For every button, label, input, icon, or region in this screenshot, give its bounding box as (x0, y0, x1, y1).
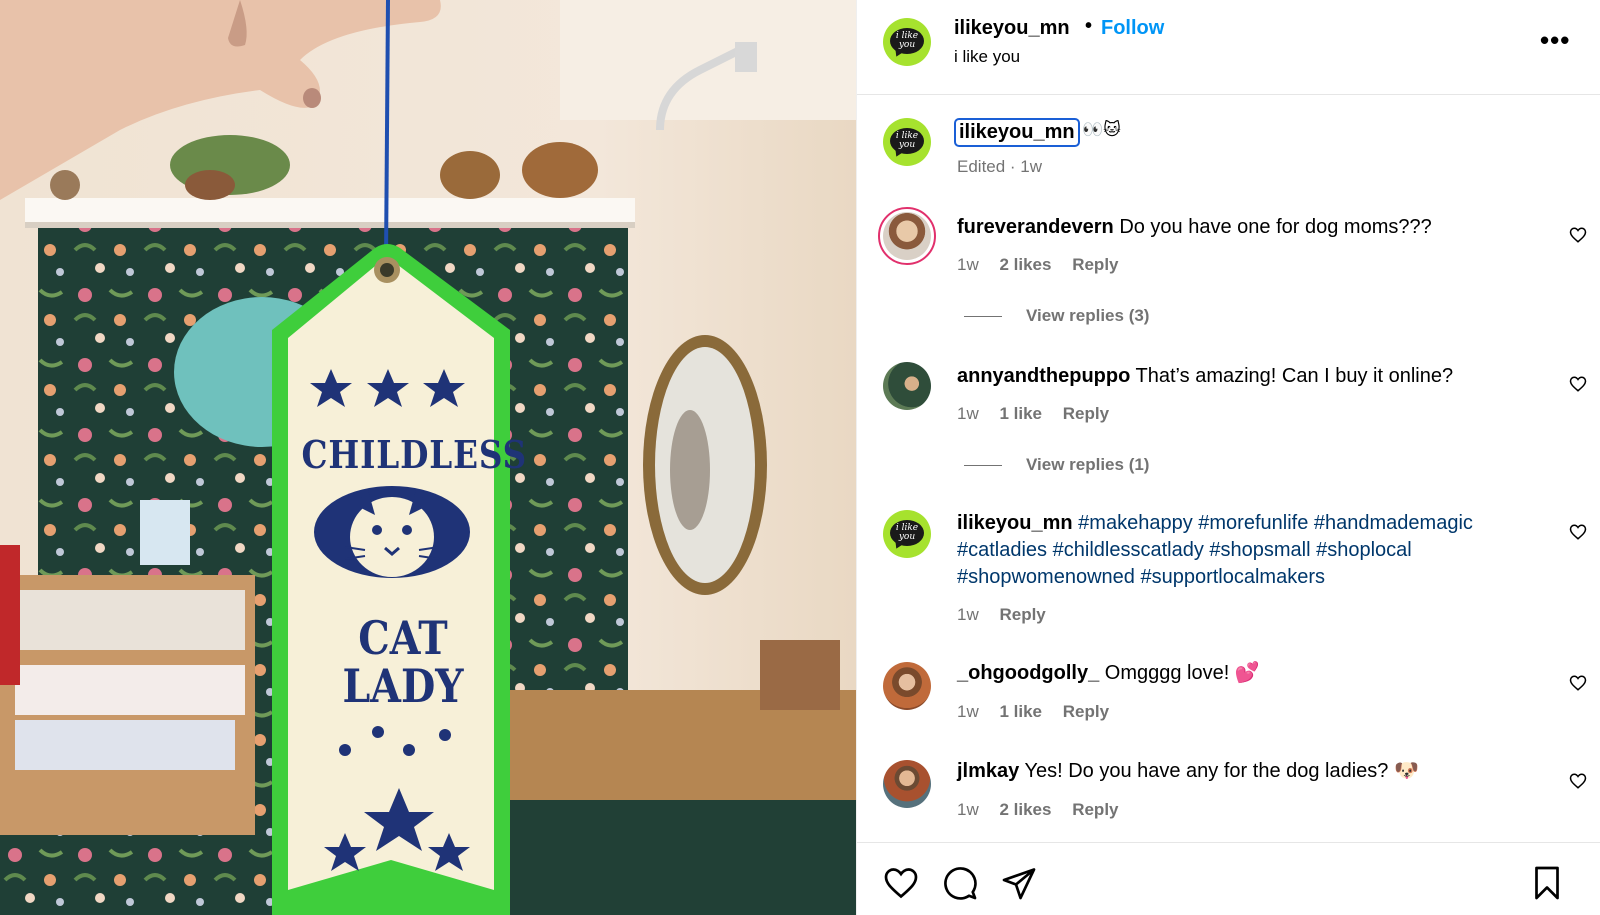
reply-button[interactable]: Reply (1063, 702, 1109, 721)
heart-icon[interactable] (1569, 226, 1587, 244)
ribbon-childless-text: CHILDLESS (301, 432, 528, 477)
commenter-avatar[interactable]: i like you (883, 510, 931, 558)
hashtag-link[interactable]: #shopwomenowned (957, 566, 1135, 588)
comment-meta: 1w 1 like Reply (957, 702, 1125, 722)
like-heart-icon[interactable] (883, 865, 919, 901)
comment-meta: 1w Reply (957, 605, 1062, 625)
hashtag-link[interactable]: #handmademagic (1314, 512, 1473, 534)
reply-button[interactable]: Reply (1063, 404, 1109, 423)
comment-likes[interactable]: 2 likes (999, 255, 1051, 274)
commenter-avatar[interactable] (883, 362, 931, 410)
reply-button[interactable]: Reply (999, 605, 1045, 624)
hashtag-link[interactable]: #catladies (957, 539, 1047, 561)
comment-time: 1w (957, 800, 979, 819)
comment-text: Yes! Do you have any for the dog ladies?… (1024, 760, 1419, 782)
author-username[interactable]: ilikeyou_mn (954, 17, 1070, 40)
comment-likes[interactable]: 1 like (999, 702, 1042, 721)
comment-likes[interactable]: 2 likes (999, 800, 1051, 819)
heart-icon[interactable] (1569, 674, 1587, 692)
commenter-username[interactable]: ilikeyou_mn (957, 512, 1073, 534)
reply-button[interactable]: Reply (1072, 800, 1118, 819)
ribbon-cat-text: CAT (358, 611, 448, 665)
ribbon-cat-lady-text: CAT LADY (302, 614, 505, 710)
view-replies-label: View replies (3) (1026, 306, 1150, 325)
comment-time: 1w (957, 255, 979, 274)
reply-button[interactable]: Reply (1072, 255, 1118, 274)
hashtag-link[interactable]: #makehappy (1078, 512, 1193, 534)
commenter-username[interactable]: fureverandevern (957, 216, 1114, 238)
hashtag-link[interactable]: #supportlocalmakers (1140, 566, 1325, 588)
post-photo: CHILDLESS CAT LADY (0, 0, 856, 915)
comment-text: Omgggg love! 💕 (1104, 662, 1260, 684)
comment-time: 1w (957, 605, 979, 624)
post-header: i like you ilikeyou_mn • Follow i like y… (857, 0, 1600, 95)
view-replies-label: View replies (1) (1026, 455, 1150, 474)
commenter-avatar[interactable] (883, 662, 931, 710)
commenter-username[interactable]: jlmkay (957, 760, 1019, 782)
comment-meta: 1w 2 likes Reply (957, 255, 1135, 275)
caption-emoji: 👀🐱 (1082, 120, 1121, 139)
post-sidebar: i like you ilikeyou_mn • Follow i like y… (856, 0, 1600, 915)
hashtag-link[interactable]: #childlesscatlady (1053, 539, 1204, 561)
comment-text: Do you have one for dog moms??? (1119, 216, 1432, 238)
separator-dot: • (1085, 15, 1093, 37)
comment-meta: 1w 1 like Reply (957, 404, 1125, 424)
hashtag-link[interactable]: #morefunlife (1198, 512, 1308, 534)
caption-avatar[interactable]: i like you (883, 118, 931, 166)
caption-meta: Edited · 1w (957, 157, 1043, 176)
heart-icon[interactable] (1569, 523, 1587, 541)
commenter-avatar[interactable] (878, 207, 936, 265)
comment-body: jlmkay Yes! Do you have any for the dog … (957, 758, 1527, 785)
action-bar (857, 842, 1600, 915)
bookmark-icon[interactable] (1529, 865, 1565, 901)
hashtag-link[interactable]: #shopsmall (1209, 539, 1310, 561)
heart-icon[interactable] (1569, 375, 1587, 393)
more-options-icon[interactable]: ••• (1540, 25, 1570, 56)
comment-icon[interactable] (942, 865, 978, 901)
hashtag-link[interactable]: #shoplocal (1316, 539, 1412, 561)
comment-body: _ohgoodgolly_ Omgggg love! 💕 (957, 660, 1527, 687)
view-replies-button[interactable]: View replies (3) (964, 306, 1149, 326)
author-avatar[interactable]: i like you (883, 18, 931, 66)
comment-body: ilikeyou_mn #makehappy #morefunlife #han… (957, 510, 1527, 591)
heart-icon[interactable] (1569, 772, 1587, 790)
share-icon[interactable] (1001, 865, 1037, 901)
comment-body: fureverandevern Do you have one for dog … (957, 214, 1527, 241)
comment-text: That’s amazing! Can I buy it online? (1135, 365, 1454, 387)
caption-username[interactable]: ilikeyou_mn (954, 118, 1080, 147)
author-subtitle: i like you (954, 47, 1021, 66)
commenter-username[interactable]: _ohgoodgolly_ (957, 662, 1099, 684)
comment-time: 1w (957, 702, 979, 721)
comment-body: annyandthepuppo That’s amazing! Can I bu… (957, 363, 1527, 390)
follow-button[interactable]: Follow (1101, 17, 1164, 40)
comment-likes[interactable]: 1 like (999, 404, 1042, 423)
commenter-username[interactable]: annyandthepuppo (957, 365, 1130, 387)
comment-meta: 1w 2 likes Reply (957, 800, 1135, 820)
comment-time: 1w (957, 404, 979, 423)
commenter-avatar[interactable] (883, 760, 931, 808)
view-replies-button[interactable]: View replies (1) (964, 455, 1149, 475)
ribbon-lady-text: LADY (342, 659, 464, 713)
